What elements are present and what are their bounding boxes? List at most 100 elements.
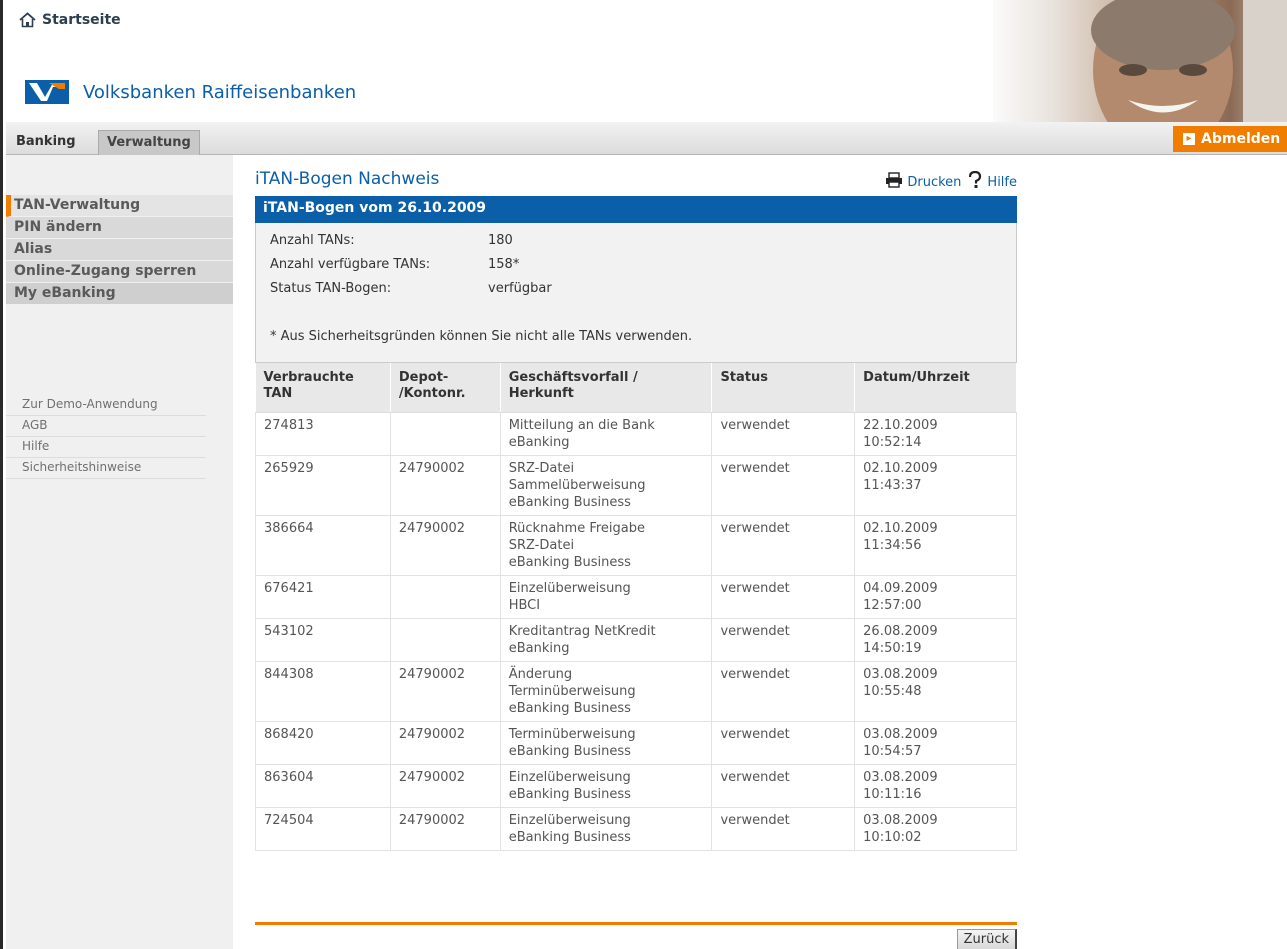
cell-vorfall: Einzelüberweisung eBanking Business [500, 764, 713, 808]
link-hilfe[interactable]: Hilfe [6, 437, 206, 458]
text-line: Änderung [508, 666, 573, 682]
cell-tan: 844308 [255, 661, 391, 722]
text-line: 10:10:02 [863, 829, 922, 845]
header-person-photo [993, 0, 1287, 124]
text-line: Einzelüberweisung [508, 812, 631, 828]
tab-banking[interactable]: Banking [12, 130, 80, 155]
info-label: Status TAN-Bogen: [270, 281, 392, 296]
help-icon [967, 170, 983, 193]
table-row: 386664 24790002 Rücknahme Freigabe SRZ-Date… [255, 515, 1017, 576]
col-header-konto: Depot-/Kontonr. [390, 363, 501, 413]
text-line: 22.10.2009 [863, 417, 938, 433]
table-header-row: Verbrauchte TAN Depot-/Kontonr. Geschäfts… [255, 363, 1017, 413]
help-button[interactable]: Hilfe [967, 170, 1017, 193]
cell-tan: 274813 [255, 412, 391, 456]
cell-status: verwendet [711, 515, 856, 576]
bottom-divider [255, 922, 1017, 925]
text-line: Verbrauchte [263, 370, 354, 385]
table-row: 724504 24790002 Einzelüberweisung eBanking … [255, 807, 1017, 851]
arrow-right-icon: ▸ [1183, 133, 1195, 145]
itan-box-title: iTAN-Bogen vom 26.10.2009 [255, 196, 1017, 223]
text-line: 03.08.2009 [863, 666, 938, 682]
cell-datum: 03.08.2009 10:11:16 [854, 764, 1017, 808]
print-button[interactable]: Drucken [885, 172, 961, 192]
text-line: 03.08.2009 [863, 726, 938, 742]
cell-datum: 22.10.2009 10:52:14 [854, 412, 1017, 456]
cell-vorfall: Einzelüberweisung eBanking Business [500, 807, 713, 851]
info-row-anzahl-tans: Anzahl TANs: 180 [270, 233, 513, 248]
text-line: 10:54:57 [863, 743, 922, 759]
cell-konto: 24790002 [390, 807, 501, 851]
sidebar-links: Zur Demo-Anwendung AGB Hilfe Sicherheits… [6, 395, 206, 479]
cell-tan: 863604 [255, 764, 391, 808]
home-link[interactable]: Startseite [19, 12, 121, 28]
text-line: Herkunft [508, 386, 574, 401]
link-sicherheitshinweise[interactable]: Sicherheitshinweise [6, 458, 206, 479]
info-value: 180 [488, 233, 513, 248]
text-line: eBanking Business [508, 700, 631, 716]
text-line: 11:34:56 [863, 537, 922, 553]
text-line: Rücknahme Freigabe [508, 520, 645, 536]
link-agb[interactable]: AGB [6, 416, 206, 437]
cell-vorfall: SRZ-Datei Sammelüberweisung eBanking Busin… [500, 455, 713, 516]
cell-konto: 24790002 [390, 721, 501, 765]
sidebar: TAN-Verwaltung PIN ändern Alias Online-Z… [6, 155, 233, 949]
help-label: Hilfe [987, 174, 1017, 190]
tan-table-body: 274813 Mitteilung an die Bank eBanking verw… [255, 412, 1017, 851]
info-label: Anzahl verfügbare TANs: [270, 257, 431, 272]
table-row: 274813 Mitteilung an die Bank eBanking verw… [255, 412, 1017, 456]
link-demo-anwendung[interactable]: Zur Demo-Anwendung [6, 395, 206, 416]
cell-status: verwendet [711, 618, 856, 662]
cell-vorfall: Kreditantrag NetKredit eBanking [500, 618, 713, 662]
text-line: Geschäftsvorfall / [508, 370, 638, 385]
text-line: 14:50:19 [863, 640, 922, 656]
sidebar-item-tan-verwaltung[interactable]: TAN-Verwaltung [6, 195, 233, 217]
col-header-tan: Verbrauchte TAN [255, 363, 391, 413]
browser-frame: Startseite Volksbanken Raiffeisenbanken … [0, 0, 1287, 949]
text-line: eBanking [508, 640, 570, 656]
text-line: Sammelüberweisung [508, 477, 646, 493]
sidebar-item-my-ebanking[interactable]: My eBanking [6, 283, 233, 305]
cell-konto: 24790002 [390, 661, 501, 722]
info-label: Anzahl TANs: [270, 233, 355, 248]
text-line: 10:55:48 [863, 683, 922, 699]
text-line: eBanking Business [508, 494, 631, 510]
back-button[interactable]: Zurück [956, 929, 1017, 949]
cell-status: verwendet [711, 455, 856, 516]
text-line: /Kontonr. [398, 386, 466, 401]
bank-name: Volksbanken Raiffeisenbanken [83, 81, 357, 103]
cell-datum: 02.10.2009 11:34:56 [854, 515, 1017, 576]
cell-konto: 24790002 [390, 455, 501, 516]
text-line: 02.10.2009 [863, 460, 938, 476]
table-row: 844308 24790002 Änderung Terminüberweisung e… [255, 661, 1017, 722]
main-navbar: Banking Verwaltung [6, 122, 1287, 155]
text-line: Terminüberweisung [508, 683, 636, 699]
sidebar-item-alias[interactable]: Alias [6, 239, 233, 261]
table-row: 543102 Kreditantrag NetKredit eBanking verw… [255, 618, 1017, 662]
sidebar-item-pin-aendern[interactable]: PIN ändern [6, 217, 233, 239]
text-line: 11:43:37 [863, 477, 922, 493]
cell-vorfall: Einzelüberweisung HBCI [500, 575, 713, 619]
text-line: eBanking Business [508, 743, 631, 759]
sidebar-menu: TAN-Verwaltung PIN ändern Alias Online-Z… [6, 195, 233, 305]
sidebar-item-online-zugang-sperren[interactable]: Online-Zugang sperren [6, 261, 233, 283]
bank-logo[interactable]: Volksbanken Raiffeisenbanken [25, 80, 356, 104]
logout-button[interactable]: ▸ Abmelden [1173, 126, 1287, 152]
text-line: 26.08.2009 [863, 623, 938, 639]
cell-konto: 24790002 [390, 764, 501, 808]
print-label: Drucken [907, 174, 962, 190]
text-line: 03.08.2009 [863, 769, 938, 785]
text-line: 02.10.2009 [863, 520, 938, 536]
text-line: 03.08.2009 [863, 812, 938, 828]
page-actions: Drucken Hilfe [885, 170, 1017, 193]
tan-table: Verbrauchte TAN Depot-/Kontonr. Geschäfts… [255, 363, 1017, 851]
cell-tan: 386664 [255, 515, 391, 576]
cell-konto [390, 575, 501, 619]
cell-konto [390, 412, 501, 456]
cell-konto: 24790002 [390, 515, 501, 576]
text-line: 10:52:14 [863, 434, 922, 450]
tab-verwaltung[interactable]: Verwaltung [98, 130, 200, 155]
text-line: Einzelüberweisung [508, 580, 631, 596]
cell-tan: 724504 [255, 807, 391, 851]
cell-tan: 265929 [255, 455, 391, 516]
